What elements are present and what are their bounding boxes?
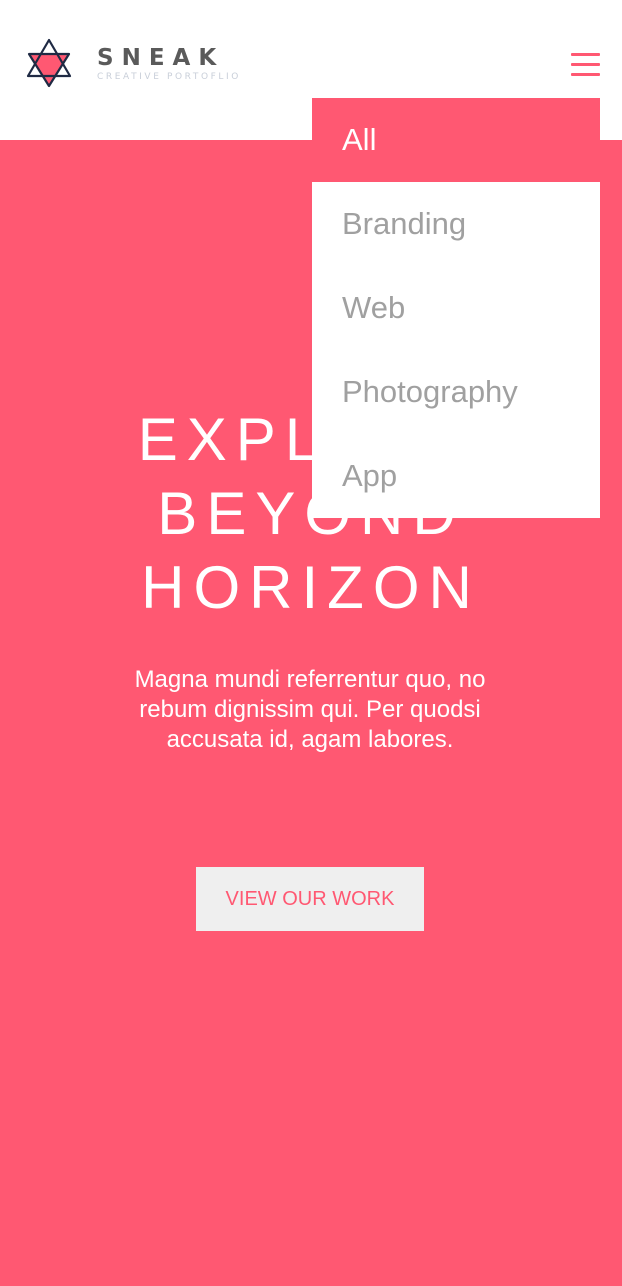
filter-item-photography[interactable]: Photography [312,350,600,434]
star-triangle-logo-icon [26,38,72,88]
filter-item-branding[interactable]: Branding [312,182,600,266]
hero-title-line: HORIZON [141,554,481,621]
logo[interactable]: SNEAK CREATIVE PORTOFLIO [26,38,241,88]
filter-item-app[interactable]: App [312,434,600,518]
logo-text: SNEAK CREATIVE PORTOFLIO [97,46,241,83]
filter-item-all[interactable]: All [312,98,600,182]
hero-description: Magna mundi referrentur quo, no rebum di… [134,666,486,753]
filter-dropdown-menu: All Branding Web Photography App [312,98,600,518]
brand-name: SNEAK [97,44,225,71]
filter-item-web[interactable]: Web [312,266,600,350]
view-our-work-button[interactable]: VIEW OUR WORK [196,867,424,931]
brand-tagline: CREATIVE PORTOFLIO [97,71,241,82]
hamburger-menu-icon[interactable] [571,53,600,77]
page: SNEAK CREATIVE PORTOFLIO EXPLORE BEYOND … [0,0,622,1286]
